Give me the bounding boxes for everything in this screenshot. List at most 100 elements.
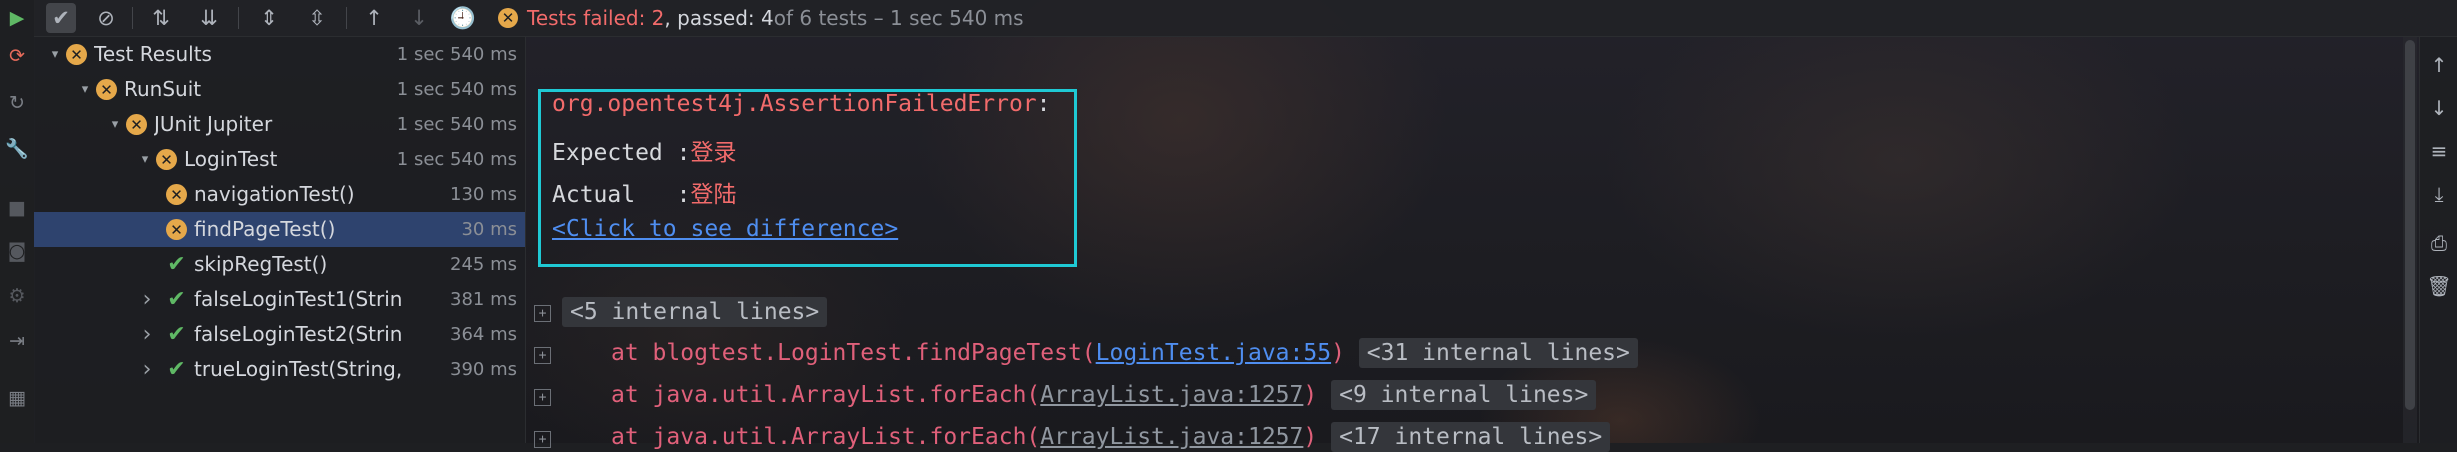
- expand-arrow-icon[interactable]: ›: [138, 352, 156, 387]
- scroll-up-icon[interactable]: ↑: [2428, 53, 2450, 77]
- wrench-icon[interactable]: 🔧: [5, 137, 29, 160]
- tree-row[interactable]: ✔ skipRegTest() 245 ms: [34, 247, 525, 282]
- toolbar-separator: [238, 7, 239, 29]
- status-passed: , passed: 4: [664, 6, 774, 30]
- test-history-icon[interactable]: 🕘: [448, 3, 478, 33]
- collapse-arrow-icon[interactable]: ▾: [46, 37, 64, 72]
- next-failed-icon[interactable]: ↓: [404, 3, 434, 33]
- passed-icon: ✔: [167, 322, 186, 347]
- test-status-summary: ✕ Tests failed: 2 , passed: 4 of 6 tests…: [498, 0, 1024, 36]
- internal-lines-5[interactable]: <5 internal lines>: [562, 297, 828, 327]
- trace-suffix: ): [1331, 340, 1345, 366]
- internal-lines-31[interactable]: <31 internal lines>: [1358, 338, 1638, 368]
- trace-line: at java.util.ArrayList.forEach(ArrayList…: [611, 422, 1611, 452]
- scroll-down-icon[interactable]: ↓: [2428, 96, 2450, 120]
- toggle-auto-test-icon[interactable]: ↻: [6, 92, 28, 114]
- expand-all-icon[interactable]: ⇕: [254, 3, 284, 33]
- fold-expand-icon[interactable]: +: [534, 347, 551, 364]
- failed-icon: ✕: [96, 79, 117, 100]
- tree-row-time: 381 ms: [450, 289, 517, 310]
- sort-alphabetically-icon[interactable]: ⇅: [146, 3, 176, 33]
- tree-row-name: falseLoginTest2(Strin: [194, 322, 403, 346]
- failed-icon: ✕: [126, 114, 147, 135]
- expected-line: Expected :登录: [552, 133, 736, 167]
- expected-value: 登录: [690, 140, 737, 166]
- tree-row-time: 245 ms: [450, 254, 517, 275]
- right-tool-strip: ↑ ↓ ≡ ⤓ ⎙ 🗑: [2419, 37, 2457, 443]
- status-rest: of 6 tests – 1 sec 540 ms: [773, 6, 1024, 30]
- show-passed-icon[interactable]: ✔: [46, 3, 76, 33]
- internal-lines-17[interactable]: <17 internal lines>: [1331, 422, 1611, 452]
- trace-location-link[interactable]: ArrayList.java:1257: [1040, 424, 1303, 450]
- fold-expand-icon[interactable]: +: [534, 305, 551, 322]
- previous-failed-icon[interactable]: ↑: [359, 3, 389, 33]
- exception-colon: :: [1036, 91, 1051, 117]
- trace-suffix: ): [1303, 424, 1318, 450]
- trace-location-link[interactable]: ArrayList.java:1257: [1040, 382, 1303, 408]
- expand-arrow-icon[interactable]: ›: [138, 282, 156, 317]
- actual-line: Actual :登陆: [552, 175, 736, 209]
- expected-label: Expected :: [552, 140, 691, 166]
- tree-row-name: findPageTest(): [194, 217, 336, 241]
- trace-prefix: at blogtest.LoginTest.findPageTest(: [611, 340, 1096, 366]
- tree-row[interactable]: › ✔ falseLoginTest2(Strin 364 ms: [34, 317, 525, 352]
- tree-row[interactable]: › ✔ falseLoginTest1(Strin 381 ms: [34, 282, 525, 317]
- trace-line: at blogtest.LoginTest.findPageTest(Login…: [611, 338, 1638, 368]
- console-output: org.opentest4j.AssertionFailedError: Exp…: [526, 37, 2409, 452]
- trace-location-link[interactable]: LoginTest.java:55: [1096, 340, 1331, 366]
- tree-row-name: falseLoginTest1(Strin: [194, 287, 403, 311]
- camera-icon[interactable]: ◙: [6, 240, 28, 262]
- tree-row[interactable]: ▾ ✕ Test Results 1 sec 540 ms: [34, 37, 525, 72]
- tree-row-time: 364 ms: [450, 324, 517, 345]
- rerun-failed-icon[interactable]: ⟳: [6, 45, 28, 67]
- sort-by-duration-icon[interactable]: ⇊: [194, 3, 224, 33]
- fold-expand-icon[interactable]: +: [534, 389, 551, 406]
- collapse-all-icon[interactable]: ⇳: [302, 3, 332, 33]
- tree-row-name: trueLoginTest(String,: [194, 357, 403, 381]
- toolbar-separator: [132, 7, 133, 29]
- gear-icon[interactable]: ⚙: [6, 285, 28, 307]
- trace-line: at java.util.ArrayList.forEach(ArrayList…: [611, 380, 1597, 410]
- tree-row-time: 1 sec 540 ms: [396, 44, 517, 65]
- exception-name: org.opentest4j.AssertionFailedError: [552, 91, 1037, 117]
- stop-icon[interactable]: ■: [6, 197, 28, 219]
- tree-row[interactable]: ✕ navigationTest() 130 ms: [34, 177, 525, 212]
- test-toolbar: ✔ ⊘ ⇅ ⇊ ⇕ ⇳ ↑ ↓ 🕘 »: [34, 0, 2457, 37]
- failed-icon: ✕: [156, 149, 177, 170]
- failed-icon: ✕: [166, 184, 187, 205]
- tree-row-time: 1 sec 540 ms: [396, 79, 517, 100]
- collapse-arrow-icon[interactable]: ▾: [136, 142, 154, 177]
- failed-icon: ✕: [66, 44, 87, 65]
- import-icon[interactable]: ⇥: [6, 330, 28, 352]
- status-failed: Tests failed: 2: [527, 6, 665, 30]
- expand-arrow-icon[interactable]: ›: [138, 317, 156, 352]
- tree-row-time: 1 sec 540 ms: [396, 114, 517, 135]
- trace-suffix: ): [1303, 382, 1318, 408]
- print-icon[interactable]: ⎙: [2428, 231, 2450, 255]
- fold-expand-icon[interactable]: +: [534, 431, 551, 448]
- rerun-icon[interactable]: ▶: [6, 7, 28, 29]
- tree-row[interactable]: ▾ ✕ RunSuit 1 sec 540 ms: [34, 72, 525, 107]
- collapse-arrow-icon[interactable]: ▾: [76, 72, 94, 107]
- show-ignored-icon[interactable]: ⊘: [91, 3, 121, 33]
- tree-row[interactable]: ▾ ✕ LoginTest 1 sec 540 ms: [34, 142, 525, 177]
- tree-row[interactable]: ▾ ✕ JUnit Jupiter 1 sec 540 ms: [34, 107, 525, 142]
- trace-prefix: at java.util.ArrayList.forEach(: [611, 424, 1041, 450]
- tree-row[interactable]: ✕ findPageTest() 30 ms: [34, 212, 525, 247]
- layout-icon[interactable]: ▦: [6, 387, 28, 409]
- tree-row[interactable]: › ✔ trueLoginTest(String, 390 ms: [34, 352, 525, 387]
- passed-icon: ✔: [167, 252, 186, 277]
- passed-icon: ✔: [167, 357, 186, 382]
- scrollbar-thumb[interactable]: [2405, 40, 2415, 410]
- trash-icon[interactable]: 🗑: [2426, 274, 2451, 298]
- left-tool-strip: ▶ ⟳ ↻ 🔧 ■ ◙ ⚙ ⇥ ▦: [0, 0, 35, 443]
- passed-icon: ✔: [167, 287, 186, 312]
- failed-icon: ✕: [498, 8, 518, 28]
- actual-value: 登陆: [690, 182, 737, 208]
- scroll-to-end-icon[interactable]: ⤓: [2428, 182, 2450, 206]
- collapse-arrow-icon[interactable]: ▾: [106, 107, 124, 142]
- internal-lines-9[interactable]: <9 internal lines>: [1331, 380, 1597, 410]
- soft-wrap-icon[interactable]: ≡: [2428, 139, 2450, 163]
- actual-label: Actual :: [552, 182, 691, 208]
- diff-link[interactable]: <Click to see difference>: [552, 216, 898, 242]
